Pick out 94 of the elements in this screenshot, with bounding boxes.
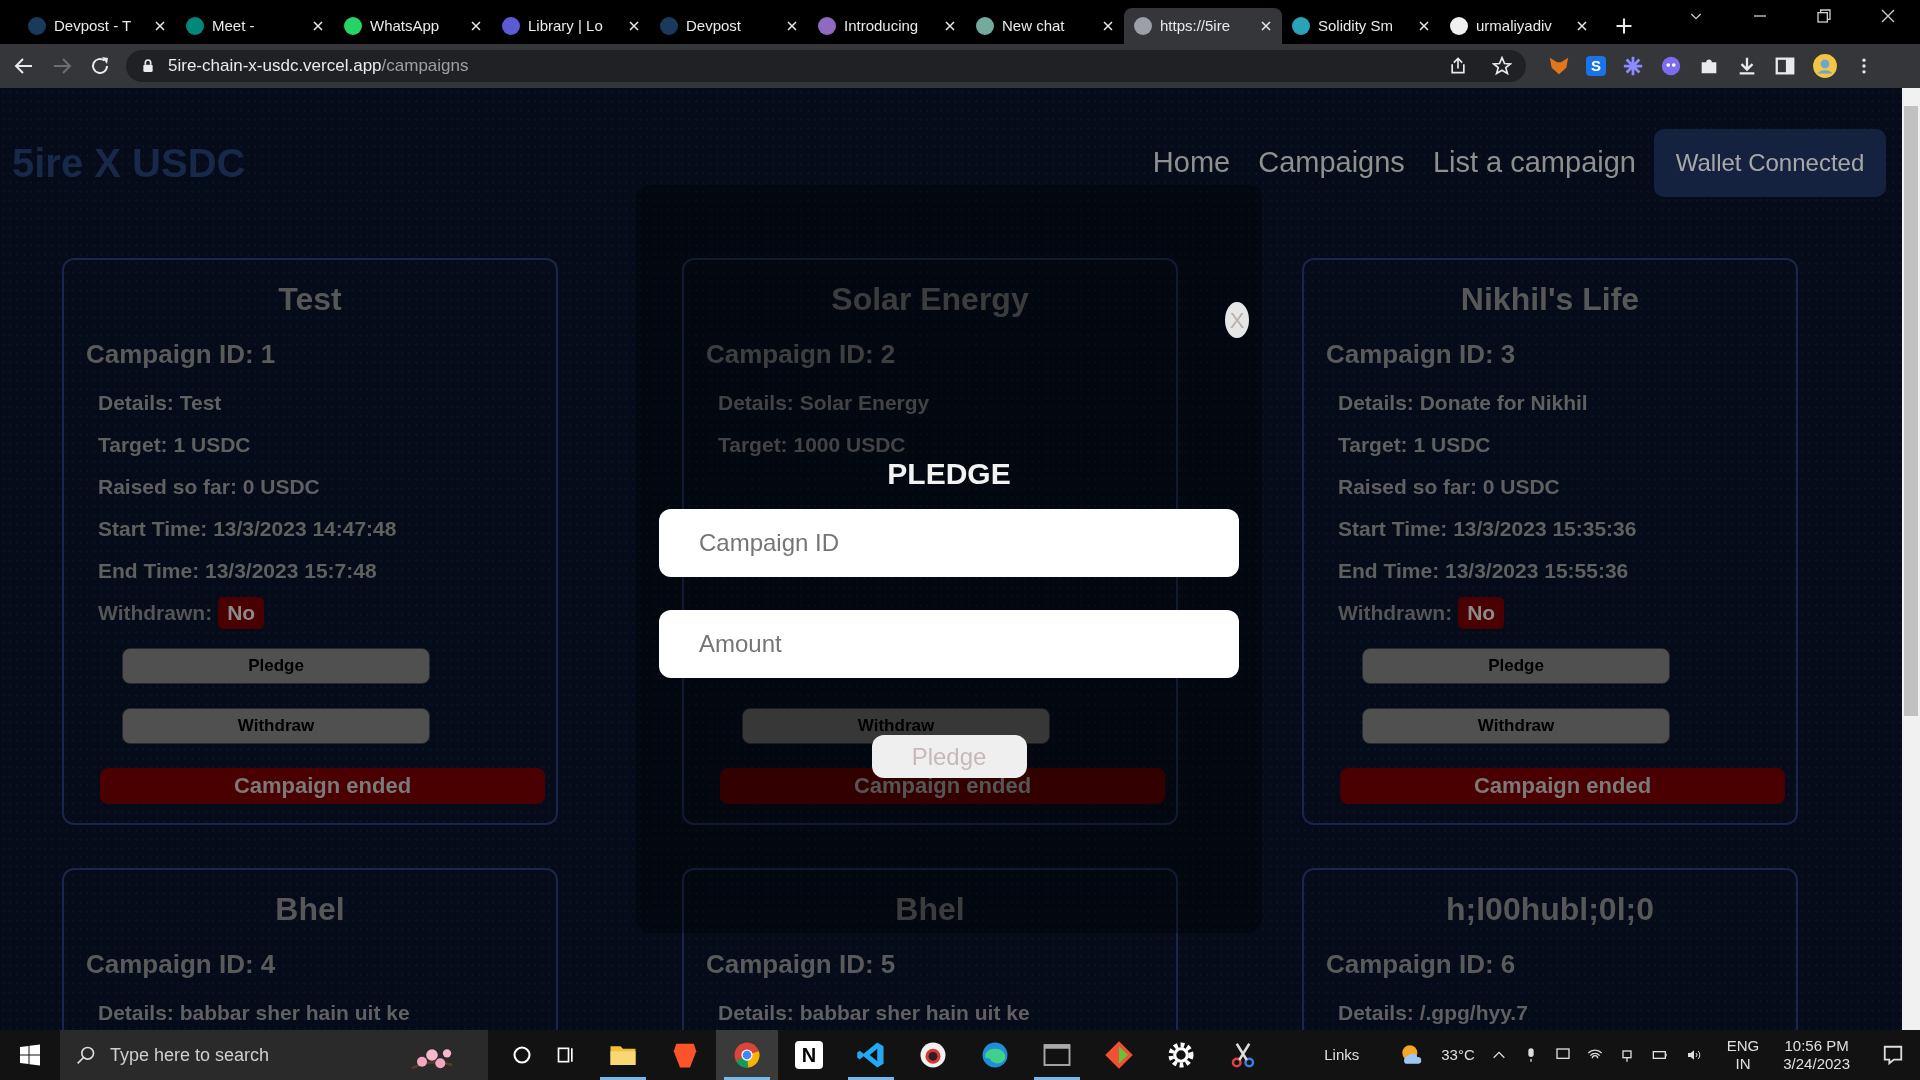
modal-title: PLEDGE (887, 456, 1011, 492)
close-icon[interactable] (1880, 8, 1896, 24)
circle-icon[interactable] (512, 1045, 532, 1065)
search-icon (76, 1045, 96, 1065)
side-panel-icon[interactable] (1774, 55, 1796, 77)
campaign-detail: Start Time: 13/3/2023 14:47:48 (97, 516, 398, 542)
ring-icon (918, 1040, 948, 1070)
campaign-id: Campaign ID: 1 (86, 338, 277, 370)
campaign-id: Campaign ID: 3 (1326, 338, 1517, 370)
browser-tab[interactable]: WhatsApp (334, 8, 492, 44)
campaign-detail: Details: babbar sher hain uit ke (717, 1000, 1031, 1026)
campaign-detail: Details: Donate for Nikhil (1337, 390, 1589, 416)
campaign-detail: End Time: 13/3/2023 15:55:36 (1337, 558, 1630, 584)
language-indicator[interactable]: ENG (1726, 1037, 1760, 1055)
extension-button[interactable]: S (1586, 56, 1606, 76)
browser-tab[interactable]: Solidity Sm (1282, 8, 1440, 44)
close-icon[interactable] (1576, 20, 1588, 32)
close-icon[interactable] (786, 20, 798, 32)
close-icon[interactable] (628, 20, 640, 32)
campaign-detail: Details: /.gpg/hyy.7 (1337, 1000, 1529, 1026)
star-icon[interactable] (1492, 56, 1512, 76)
campaign-title: Nikhil's Life (1459, 280, 1641, 318)
region-indicator[interactable]: IN (1726, 1055, 1760, 1073)
campaign-detail: Details: Solar Energy (717, 390, 931, 416)
input-field[interactable]: Amount (659, 610, 1239, 678)
avatar-icon[interactable] (1812, 53, 1838, 79)
clock-date[interactable]: 3/24/2023 (1783, 1055, 1850, 1073)
browser-tab[interactable]: Devpost - T (18, 8, 176, 44)
campaign-title: Test (277, 280, 343, 318)
campaign-ended-banner: Campaign ended (1340, 768, 1785, 804)
taskbar-search-field[interactable]: Type here to search (60, 1030, 488, 1080)
input-field[interactable]: Campaign ID (659, 509, 1239, 577)
campaign-id: Campaign ID: 2 (706, 338, 897, 370)
browser-tab[interactable]: Devpost (650, 8, 808, 44)
browser-tab[interactable]: https://5ire (1124, 8, 1282, 44)
diamond-icon (1104, 1040, 1134, 1070)
chrome-icon (732, 1040, 762, 1070)
fox-icon[interactable] (1548, 55, 1570, 77)
campaign-detail: Raised so far: 0 USDC (1337, 474, 1561, 500)
new-tab-icon[interactable] (1614, 16, 1634, 36)
close-icon[interactable] (1418, 20, 1430, 32)
close-icon[interactable] (154, 20, 166, 32)
campaign-title: Bhel (274, 890, 346, 928)
nav-link[interactable]: List a campaign (1432, 141, 1636, 185)
browser-tab[interactable]: Library | Lo (492, 8, 650, 44)
task-view-icon[interactable] (556, 1045, 576, 1065)
taskbar-app-button[interactable]: N (778, 1030, 840, 1080)
campaign-detail: End Time: 13/3/2023 15:7:48 (97, 558, 378, 584)
windows-logo-icon[interactable] (18, 1043, 42, 1067)
campaign-id: Campaign ID: 5 (706, 948, 897, 980)
lock-icon (140, 58, 156, 74)
clock-time[interactable]: 10:56 PM (1783, 1037, 1850, 1055)
status-badge: No (1458, 597, 1505, 629)
browser-tab[interactable]: New chat (966, 8, 1124, 44)
notification-icon[interactable] (1882, 1044, 1904, 1066)
browser-tab[interactable]: Meet - (176, 8, 334, 44)
close-icon[interactable] (312, 20, 324, 32)
withdrawn-label: Withdrawn: (98, 600, 213, 626)
campaign-detail: Target: 1 USDC (97, 432, 252, 458)
campaign-detail: Start Time: 13/3/2023 15:35:36 (1337, 516, 1638, 542)
campaign-detail: Raised so far: 0 USDC (97, 474, 321, 500)
browser-tab[interactable]: Introducing (808, 8, 966, 44)
status-badge: No (218, 597, 265, 629)
campaign-detail: Details: Test (97, 390, 223, 416)
campaign-title: Bhel (894, 890, 966, 928)
code-editor-icon (856, 1040, 886, 1070)
withdrawn-label: Withdrawn: (1338, 600, 1453, 626)
campaign-ended-banner: Campaign ended (100, 768, 545, 804)
links-toolbar[interactable]: Links (1324, 1043, 1360, 1067)
address-bar[interactable]: 5ire-chain-x-usdc.vercel.app/campaigns (126, 50, 1526, 82)
campaign-title: Solar Energy (830, 280, 1030, 318)
browser-wave-icon (980, 1040, 1010, 1070)
scrollbar[interactable] (1902, 88, 1920, 1030)
browser-tab[interactable]: urmaliyadiv (1440, 8, 1598, 44)
campaign-detail: Target: 1 USDC (1337, 432, 1492, 458)
close-icon[interactable] (470, 20, 482, 32)
restore-icon[interactable] (1816, 8, 1832, 24)
campaign-detail: Details: babbar sher hain uit ke (97, 1000, 411, 1026)
nav-link[interactable]: Campaigns (1258, 141, 1405, 185)
close-icon[interactable] (1102, 20, 1114, 32)
gear-icon (1166, 1040, 1196, 1070)
sparkle-icon[interactable] (1622, 55, 1644, 77)
nav-link[interactable]: Home (1152, 141, 1231, 185)
campaign-id: Campaign ID: 6 (1326, 948, 1517, 980)
temperature: 33°C (1441, 1044, 1475, 1065)
robot-icon[interactable] (1660, 55, 1682, 77)
taskbar-app-button[interactable] (716, 1030, 778, 1080)
campaign-id: Campaign ID: 4 (86, 948, 277, 980)
share-icon[interactable] (1448, 56, 1468, 76)
campaign-title: h;l00hubl;0l;0 (1445, 890, 1655, 928)
wallet-button[interactable]: Wallet Connected (1654, 129, 1886, 197)
campaign-detail: Target: 1000 USDC (717, 432, 907, 458)
close-icon[interactable] (944, 20, 956, 32)
close-icon[interactable] (1260, 20, 1272, 32)
